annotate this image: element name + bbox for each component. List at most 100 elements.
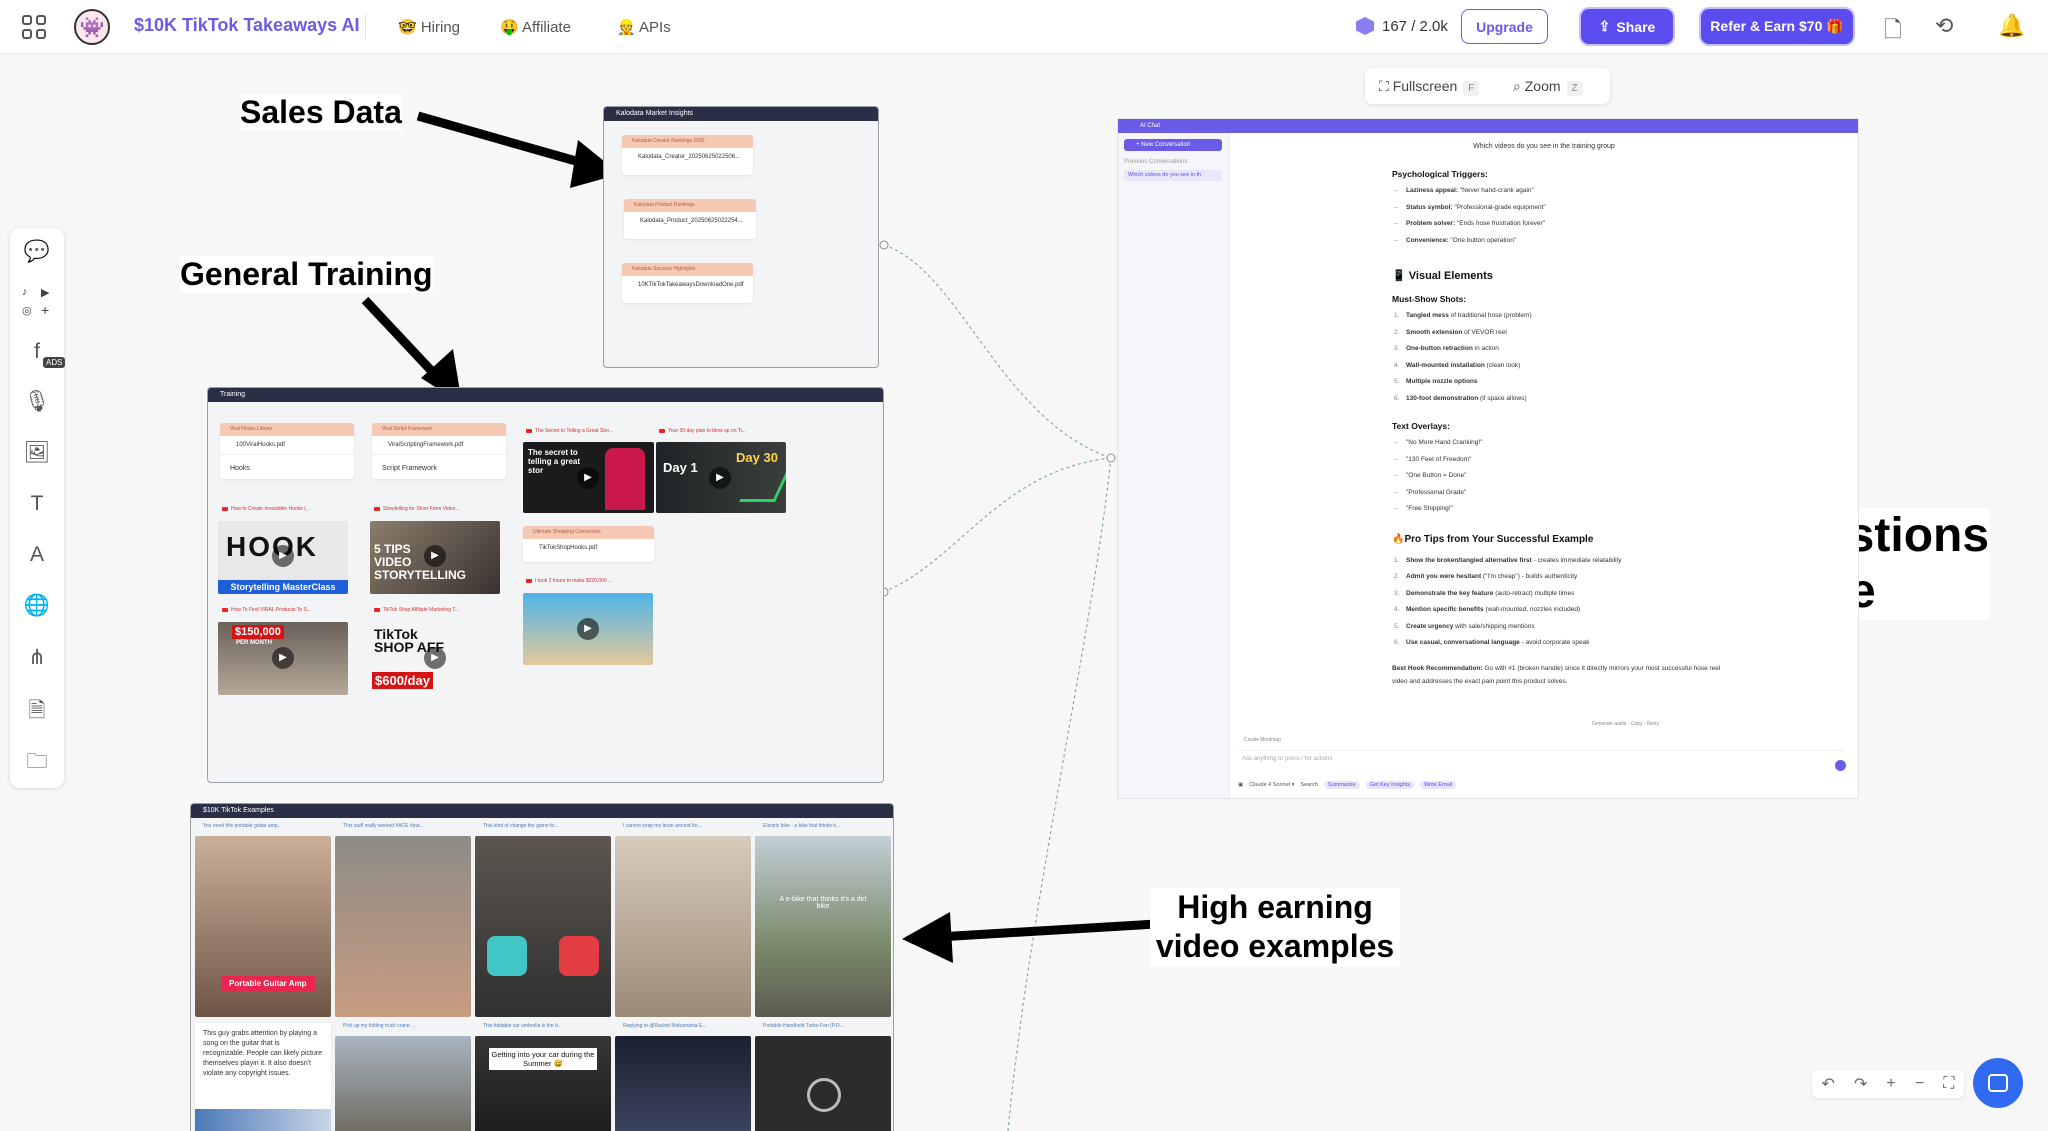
play-icon: ▶ <box>577 467 599 489</box>
example-video[interactable]: Portable Guitar Amp <box>195 836 331 1017</box>
new-conversation-button[interactable]: + New Conversation <box>1124 139 1222 151</box>
chat-question: Which videos do you see in the training … <box>1473 143 1615 150</box>
example-video[interactable] <box>475 836 611 1017</box>
video-thumbnail[interactable]: TikTok SHOP AFF $600/day ▶ <box>370 622 500 695</box>
example-video[interactable] <box>335 1036 471 1131</box>
file-card[interactable]: Ultimate Shopping Conversion TikTokShopH… <box>523 526 654 562</box>
group-header[interactable]: $10K TikTok Examples <box>191 804 893 818</box>
redo-icon[interactable]: ↷ <box>1854 1074 1867 1094</box>
product-shape <box>559 936 599 976</box>
connector-line <box>883 244 1112 459</box>
video-thumbnail[interactable]: HOOK Storytelling MasterClass ▶ <box>218 521 348 594</box>
annotation-high-line2: video examples <box>1155 928 1395 964</box>
thumbnail-banner: Storytelling MasterClass <box>218 580 348 594</box>
card-title: Kalodata Product Rankings <box>624 199 756 212</box>
response-item: – "130 Feet of Freedom" <box>1394 455 1472 463</box>
fit-screen-icon[interactable]: ⛶ <box>1943 1075 1954 1093</box>
response-item: 4. Wall-mounted installation (clean look) <box>1394 361 1521 369</box>
model-selector[interactable]: Claude 4 Sonnet ▾ <box>1249 782 1294 788</box>
zoom-out-icon[interactable]: − <box>1915 1075 1924 1093</box>
video-overlay-label: A e-bike that thinks it's a dirt bike <box>779 896 867 910</box>
training-group[interactable]: Training Viral Hooks Library 100ViralHoo… <box>207 387 884 783</box>
card-file: TikTokShopHooks.pdf <box>539 545 598 551</box>
example-video[interactable] <box>755 1036 891 1131</box>
card-title: Viral Hooks Library <box>220 423 354 436</box>
video-title[interactable]: I took 2 hours to make $220,000 ... <box>526 578 646 584</box>
group-header[interactable]: Kalodata Market Insights <box>604 107 878 121</box>
chat-header[interactable]: AI Chat <box>1118 119 1858 133</box>
chat-support-button[interactable] <box>1973 1058 2023 1108</box>
zoom-in-icon[interactable]: + <box>1886 1075 1895 1093</box>
send-icon[interactable] <box>1835 760 1846 771</box>
write-email-chip[interactable]: Write Email <box>1420 781 1457 789</box>
video-thumbnail[interactable]: Day 1 Day 30 ▶ <box>656 442 786 513</box>
chat-input[interactable]: Ask anything or press / for actions <box>1238 750 1844 770</box>
example-video[interactable] <box>335 836 471 1017</box>
message-actions[interactable]: Generate audio · Copy · Retry <box>1592 721 1659 727</box>
video-title[interactable]: You need this portable guitar amp... <box>203 823 331 829</box>
undo-icon[interactable]: ↶ <box>1822 1074 1835 1094</box>
examples-group[interactable]: $10K TikTok Examples You need this porta… <box>190 803 894 1131</box>
annotation-high-line1: High earning <box>1177 889 1373 925</box>
growth-line <box>739 472 786 502</box>
example-video[interactable]: A e-bike that thinks it's a dirt bike <box>755 836 891 1017</box>
video-title[interactable]: How To Find VIRAL Products To S... <box>222 607 342 613</box>
response-item: 3. One-button retraction in action <box>1394 345 1499 352</box>
example-video[interactable] <box>615 1036 751 1131</box>
video-title[interactable]: The Secret to Telling a Great Stor... <box>526 428 644 434</box>
chat-toolbar: ▣ Claude 4 Sonnet ▾ Search Summarize Get… <box>1238 781 1457 789</box>
video-title[interactable]: Storytelling for Short Form Video... <box>374 506 494 512</box>
play-icon: ▶ <box>577 618 599 640</box>
response-item: 2. Smooth extension of VEVOR reel <box>1394 328 1507 336</box>
note-text: This guy grabs attention by playing a so… <box>203 1030 323 1077</box>
card-note: Hooks <box>220 454 354 478</box>
video-overlay-label: Getting into your car during the Summer … <box>489 1048 597 1070</box>
create-mindmap-button[interactable]: Create Mindmap <box>1244 737 1281 743</box>
thumbnail-subtext: $600/day <box>372 672 433 689</box>
file-card[interactable]: Viral Hooks Library 100ViralHooks.pdf Ho… <box>220 423 354 479</box>
video-thumbnail[interactable]: 5 TIPS VIDEO STORYTELLING ▶ <box>370 521 500 594</box>
conversation-item[interactable]: Which videos do you see in th <box>1124 170 1222 181</box>
video-title[interactable]: Pick up my folding truck crane ... <box>343 1023 471 1029</box>
kalodata-group[interactable]: Kalodata Market Insights Kalodata Creato… <box>603 106 879 368</box>
annotation-arrow <box>937 919 1157 942</box>
attach-icon[interactable]: ▣ <box>1238 782 1243 788</box>
thumbnail-person <box>605 448 645 510</box>
key-insights-chip[interactable]: Get Key Insights <box>1365 781 1415 789</box>
card-title: Kalodata Creator Rankings 2025 <box>622 135 753 148</box>
response-item: 4. Mention specific benefits (wall-mounte… <box>1394 606 1581 613</box>
video-title[interactable]: This foldable car umbrella is the b... <box>483 1023 611 1029</box>
video-title[interactable]: TikTok Shop Affiliate Marketing T... <box>374 607 494 613</box>
file-card[interactable]: Viral Script Framework ViralScriptingFra… <box>372 423 506 479</box>
example-video[interactable]: Getting into your car during the Summer … <box>475 1036 611 1131</box>
file-card[interactable]: Kalodata Creator Rankings 2025 Kalodata_… <box>622 135 753 175</box>
summarize-chip[interactable]: Summarize <box>1323 781 1360 789</box>
group-header[interactable]: Training <box>208 388 883 402</box>
ai-chat-panel[interactable]: AI Chat + New Conversation Previous Conv… <box>1117 118 1859 799</box>
video-title[interactable]: How to Create Irresistible Hooks (... <box>222 506 342 512</box>
video-title[interactable]: I cannot wrap my brain around ho... <box>623 823 751 829</box>
example-video[interactable] <box>615 836 751 1017</box>
thumbnail-subtext: PER MONTH <box>236 640 272 646</box>
annotation-general-training: General Training <box>180 256 433 293</box>
card-file: 10KTikTokTakeawaysDownloadOne.pdf <box>638 282 744 288</box>
video-thumbnail[interactable]: ▶ <box>523 593 653 665</box>
video-title[interactable]: Your 30 day plan to blow up on Ti... <box>659 428 777 434</box>
file-card[interactable]: Kalodata Product Rankings Kalodata_Produ… <box>624 199 756 239</box>
video-thumbnail[interactable]: The secret to telling a great stor ▶ <box>523 442 654 513</box>
response-item: – "Free Shipping!" <box>1394 505 1453 512</box>
response-heading: Text Overlays: <box>1392 421 1450 431</box>
connector-node[interactable] <box>1106 453 1116 463</box>
note-card[interactable]: This guy grabs attention by playing a so… <box>195 1023 331 1131</box>
response-item: – "No More Hand Cranking!" <box>1394 439 1483 446</box>
search-toggle[interactable]: Search <box>1300 782 1317 788</box>
video-title[interactable]: Portable Handheld Turbo Fan (P.O... <box>763 1023 891 1029</box>
video-title[interactable]: Electric bike - a bike that thinks it... <box>763 823 891 829</box>
video-title[interactable]: Replying to @Rachel Mahamania E... <box>623 1023 751 1029</box>
video-title[interactable]: This stuff really worked #ACE #put... <box>343 823 471 829</box>
video-thumbnail[interactable]: $150,000 PER MONTH ▶ <box>218 622 348 695</box>
file-card[interactable]: Kalodata Success Highlights 10KTikTokTak… <box>622 263 753 303</box>
connector-node[interactable] <box>879 240 889 250</box>
thumbnail-text: Day 30 <box>736 450 778 465</box>
video-title[interactable]: This kind of change the game fo... <box>483 823 611 829</box>
